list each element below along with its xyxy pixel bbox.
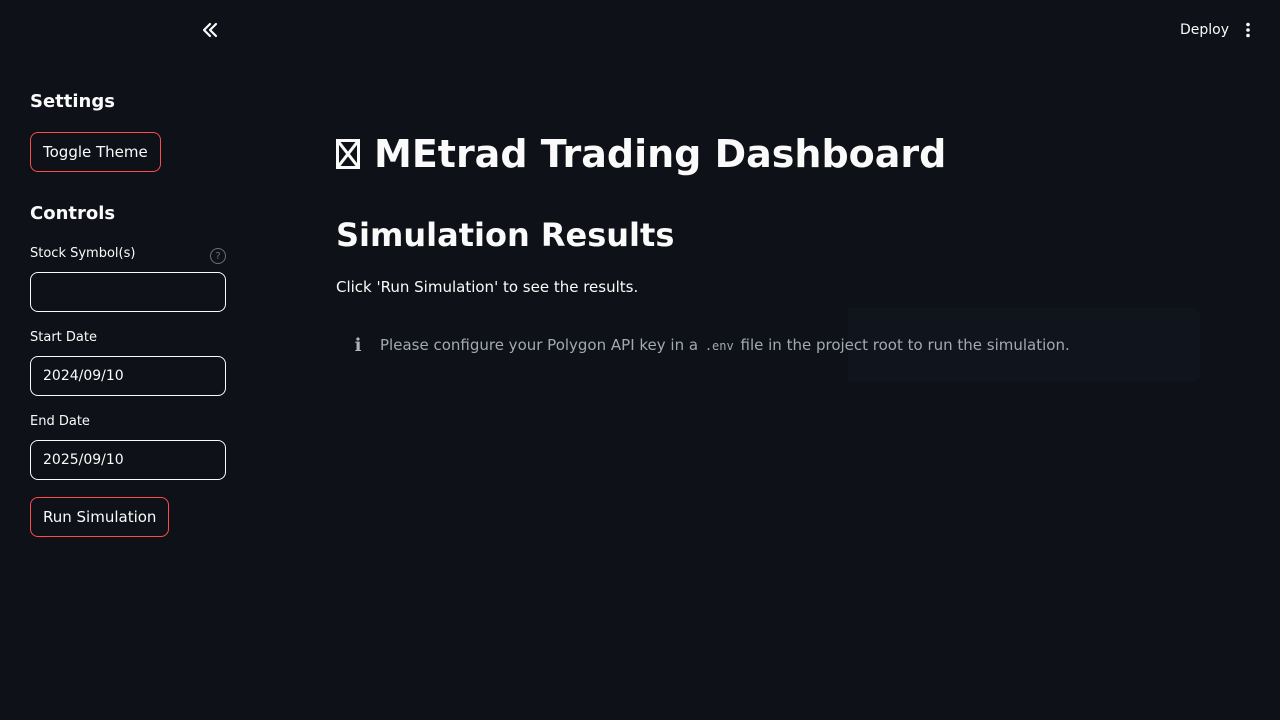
end-date-label: End Date: [30, 414, 90, 429]
controls-heading: Controls: [30, 203, 116, 224]
toggle-theme-button[interactable]: Toggle Theme: [30, 132, 161, 172]
alert-text-before: Please configure your Polygon API key in…: [380, 336, 699, 354]
main-content: MEtrad Trading Dashboard Simulation Resu…: [336, 0, 1200, 720]
stock-symbols-label: Stock Symbol(s): [30, 246, 136, 261]
start-date-input[interactable]: 2024/09/10: [30, 356, 226, 396]
app-root: Settings Toggle Theme Controls Stock Sym…: [0, 0, 1280, 720]
missing-glyph-icon: [336, 139, 360, 169]
collapse-sidebar-button[interactable]: [196, 16, 224, 44]
alert-message: Please configure your Polygon API key in…: [380, 336, 1070, 354]
help-circle-icon[interactable]: ?: [210, 248, 226, 264]
alert-text-after: file in the project root to run the simu…: [740, 336, 1070, 354]
start-date-label: Start Date: [30, 330, 97, 345]
page-title-text: MEtrad Trading Dashboard: [374, 132, 947, 176]
sidebar: Settings Toggle Theme Controls Stock Sym…: [0, 0, 256, 720]
stock-symbols-input[interactable]: [30, 272, 226, 312]
end-date-input[interactable]: 2025/09/10: [30, 440, 226, 480]
info-alert: ℹ Please configure your Polygon API key …: [336, 308, 1200, 382]
settings-heading: Settings: [30, 91, 115, 112]
run-simulation-button[interactable]: Run Simulation: [30, 497, 170, 537]
double-chevron-left-icon: [202, 22, 218, 38]
info-icon: ℹ: [354, 334, 362, 356]
page-title: MEtrad Trading Dashboard: [336, 132, 946, 176]
alert-code: .env: [704, 339, 734, 353]
vertical-ellipsis-icon: [1246, 22, 1250, 38]
section-title: Simulation Results: [336, 216, 675, 254]
main-menu-button[interactable]: [1236, 16, 1260, 44]
instructions-text: Click 'Run Simulation' to see the result…: [336, 278, 639, 296]
